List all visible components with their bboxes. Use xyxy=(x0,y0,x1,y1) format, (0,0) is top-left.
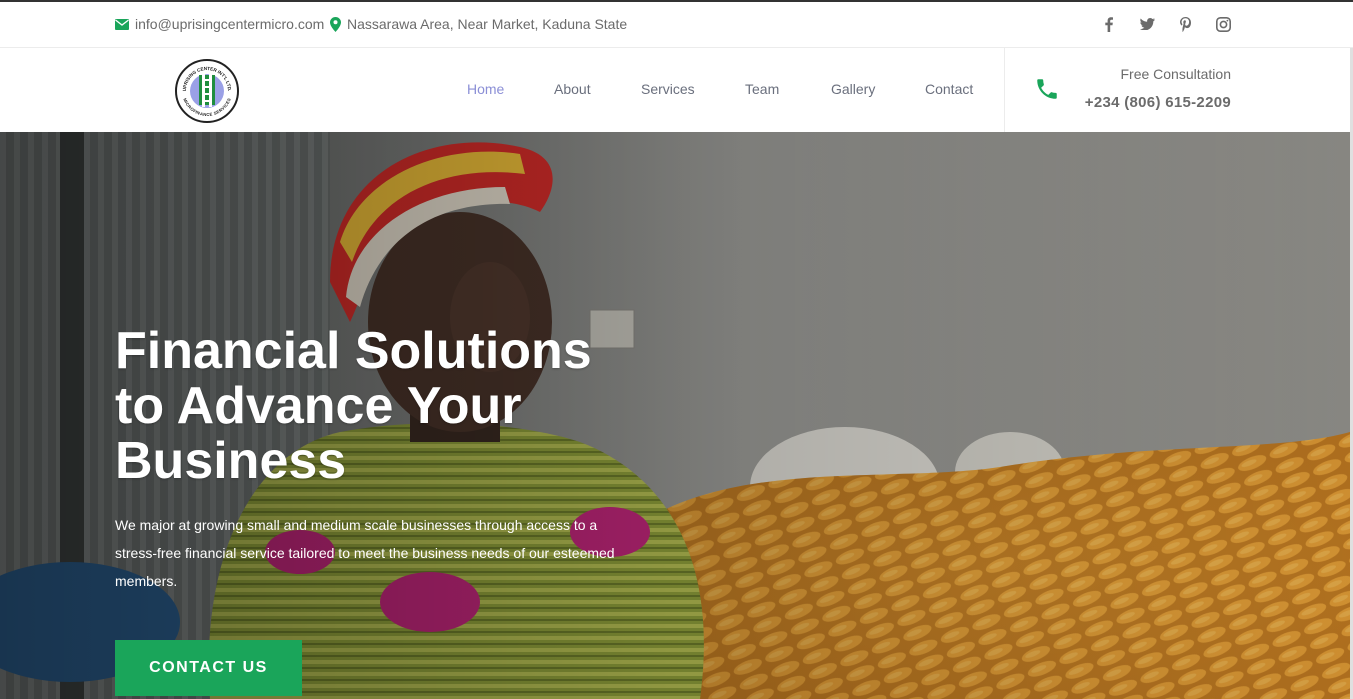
consultation-phone-number[interactable]: +234 (806) 615-2209 xyxy=(1085,94,1231,111)
nav-item-gallery[interactable]: Gallery xyxy=(831,81,925,97)
nav-item-services[interactable]: Services xyxy=(641,81,745,97)
contact-email[interactable]: info@uprisingcentermicro.com xyxy=(115,16,324,32)
contact-email-text: info@uprisingcentermicro.com xyxy=(135,16,325,32)
contact-us-button[interactable]: CONTACT US xyxy=(115,640,302,696)
hero-title-line-1: Financial Solutions xyxy=(115,322,592,380)
nav-item-home[interactable]: Home xyxy=(467,81,554,97)
hero-title-line-2: to Advance Your xyxy=(115,377,522,435)
hero-description: We major at growing small and medium sca… xyxy=(115,517,615,589)
top-info-bar: info@uprisingcentermicro.com Nassarawa A… xyxy=(0,2,1353,48)
contact-address: Nassarawa Area, Near Market, Kaduna Stat… xyxy=(330,16,627,32)
hero-title-line-3: Business xyxy=(115,432,347,490)
pinterest-icon[interactable] xyxy=(1177,16,1193,32)
twitter-icon[interactable] xyxy=(1139,16,1155,32)
map-marker-icon xyxy=(330,16,341,32)
main-nav: Home About Services Team Gallery Contact xyxy=(467,81,985,97)
envelope-icon xyxy=(115,18,129,30)
site-logo[interactable]: UPRISING CENTER INT'L LTD. MICROFINANCE … xyxy=(175,59,239,123)
nav-item-contact[interactable]: Contact xyxy=(925,81,985,97)
contact-address-text: Nassarawa Area, Near Market, Kaduna Stat… xyxy=(347,16,628,32)
main-header: UPRISING CENTER INT'L LTD. MICROFINANCE … xyxy=(0,48,1353,132)
header-divider xyxy=(1004,48,1005,132)
free-consultation-label: Free Consultation xyxy=(1120,66,1231,82)
phone-icon xyxy=(1034,76,1060,107)
nav-item-team[interactable]: Team xyxy=(745,81,831,97)
nav-item-about[interactable]: About xyxy=(554,81,641,97)
hero-title: Financial Solutions to Advance Your Busi… xyxy=(115,324,675,489)
social-links xyxy=(1101,16,1231,32)
facebook-icon[interactable] xyxy=(1101,16,1117,32)
hero-section: Financial Solutions to Advance Your Busi… xyxy=(0,132,1350,699)
instagram-icon[interactable] xyxy=(1215,16,1231,32)
